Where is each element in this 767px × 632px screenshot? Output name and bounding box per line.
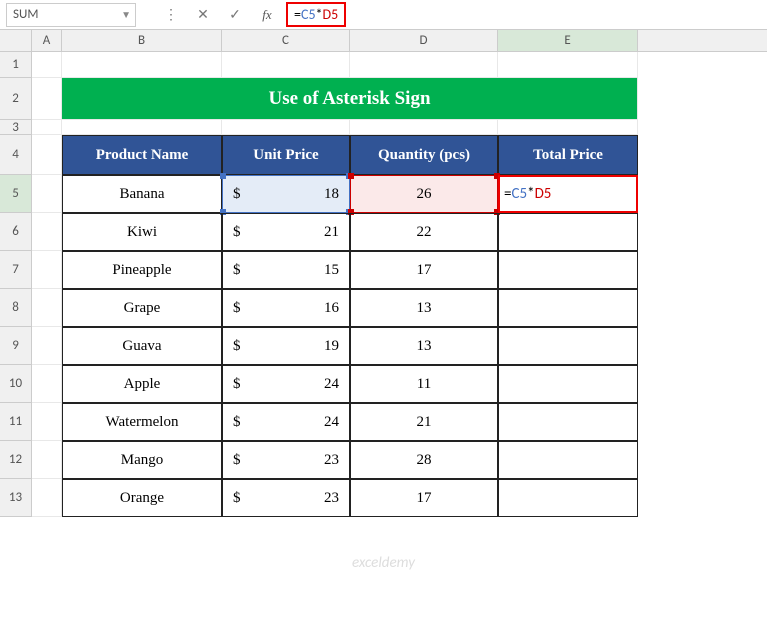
confirm-icon[interactable]: ✓	[226, 6, 244, 24]
cell[interactable]	[498, 52, 638, 78]
table-row[interactable]	[498, 289, 638, 327]
row-header-5[interactable]: 5	[0, 175, 32, 213]
title-cell[interactable]: Use of Asterisk Sign	[62, 78, 638, 120]
cell[interactable]	[32, 120, 62, 135]
grid-body: 1 2 Use of Asterisk Sign 3 4 Product Nam…	[0, 52, 767, 517]
table-row[interactable]	[498, 365, 638, 403]
table-row[interactable]: Pineapple	[62, 251, 222, 289]
table-row[interactable]	[498, 479, 638, 517]
table-row[interactable]: Apple	[62, 365, 222, 403]
row-header-3[interactable]: 3	[0, 120, 32, 135]
header-total[interactable]: Total Price	[498, 135, 638, 175]
table-row[interactable]: 11	[350, 365, 498, 403]
table-row[interactable]: 22	[350, 213, 498, 251]
name-box[interactable]: SUM ▼	[6, 3, 136, 27]
row-header-4[interactable]: 4	[0, 135, 32, 175]
table-row[interactable]: Watermelon	[62, 403, 222, 441]
table-row[interactable]	[498, 251, 638, 289]
cancel-icon[interactable]: ✕	[194, 6, 212, 24]
column-headers: A B C D E	[0, 30, 767, 52]
cell[interactable]	[350, 52, 498, 78]
row-header-12[interactable]: 12	[0, 441, 32, 479]
watermark: exceldemy	[352, 554, 415, 572]
row-header-1[interactable]: 1	[0, 52, 32, 78]
table-row[interactable]: Banana	[62, 175, 222, 213]
cell[interactable]	[32, 52, 62, 78]
header-product[interactable]: Product Name	[62, 135, 222, 175]
col-header-a[interactable]: A	[32, 30, 62, 51]
formula-bar: SUM ▼ ⋮ ✕ ✓ fx =C5*D5	[0, 0, 767, 30]
table-row[interactable]: 13	[350, 289, 498, 327]
cell[interactable]	[32, 365, 62, 403]
table-row[interactable]: $16	[222, 289, 350, 327]
cell[interactable]	[498, 120, 638, 135]
cell[interactable]	[62, 120, 222, 135]
table-row[interactable]: $23	[222, 441, 350, 479]
formula-bar-buttons: ⋮ ✕ ✓ fx	[162, 6, 276, 24]
row-header-10[interactable]: 10	[0, 365, 32, 403]
col-header-c[interactable]: C	[222, 30, 350, 51]
row-header-11[interactable]: 11	[0, 403, 32, 441]
cell[interactable]	[32, 327, 62, 365]
cell-d5[interactable]: 26	[350, 175, 498, 213]
table-row[interactable]: $23	[222, 479, 350, 517]
table-row[interactable]: Kiwi	[62, 213, 222, 251]
table-row[interactable]: 21	[350, 403, 498, 441]
table-row[interactable]: $21	[222, 213, 350, 251]
row-header-2[interactable]: 2	[0, 78, 32, 120]
cell-e5-editing[interactable]: =C5*D5	[498, 175, 638, 213]
chevron-down-icon[interactable]: ▼	[121, 8, 131, 21]
cell-c5[interactable]: $18	[222, 175, 350, 213]
row-header-9[interactable]: 9	[0, 327, 32, 365]
cell[interactable]	[32, 135, 62, 175]
col-header-d[interactable]: D	[350, 30, 498, 51]
formula-text: =C5*D5	[286, 2, 346, 27]
table-row[interactable]: $19	[222, 327, 350, 365]
formula-input[interactable]: =C5*D5	[276, 0, 767, 29]
cell[interactable]	[32, 213, 62, 251]
table-row[interactable]: 28	[350, 441, 498, 479]
table-row[interactable]: $24	[222, 365, 350, 403]
cell[interactable]	[62, 52, 222, 78]
table-row[interactable]: $15	[222, 251, 350, 289]
cell[interactable]	[32, 441, 62, 479]
table-row[interactable]	[498, 213, 638, 251]
cell[interactable]	[222, 120, 350, 135]
table-row[interactable]	[498, 441, 638, 479]
select-all-corner[interactable]	[0, 30, 32, 51]
header-qty[interactable]: Quantity (pcs)	[350, 135, 498, 175]
cell[interactable]	[32, 289, 62, 327]
table-row[interactable]: Mango	[62, 441, 222, 479]
table-row[interactable]: 17	[350, 479, 498, 517]
col-header-e[interactable]: E	[498, 30, 638, 51]
cell[interactable]	[32, 403, 62, 441]
cell[interactable]	[32, 78, 62, 120]
table-row[interactable]	[498, 403, 638, 441]
cell[interactable]	[350, 120, 498, 135]
table-row[interactable]: $24	[222, 403, 350, 441]
title-text: Use of Asterisk Sign	[268, 88, 430, 110]
cell[interactable]	[32, 479, 62, 517]
table-row[interactable]: Grape	[62, 289, 222, 327]
cell[interactable]	[32, 251, 62, 289]
header-price[interactable]: Unit Price	[222, 135, 350, 175]
row-header-7[interactable]: 7	[0, 251, 32, 289]
table-row[interactable]	[498, 327, 638, 365]
row-header-13[interactable]: 13	[0, 479, 32, 517]
fx-icon[interactable]: fx	[258, 6, 276, 24]
table-row[interactable]: Orange	[62, 479, 222, 517]
col-header-b[interactable]: B	[62, 30, 222, 51]
cell[interactable]	[222, 52, 350, 78]
name-box-value: SUM	[13, 7, 38, 22]
spreadsheet-grid: A B C D E 1 2 Use of Asterisk Sign 3	[0, 30, 767, 517]
table-row[interactable]: 17	[350, 251, 498, 289]
row-header-8[interactable]: 8	[0, 289, 32, 327]
table-row[interactable]: Guava	[62, 327, 222, 365]
table-row[interactable]: 13	[350, 327, 498, 365]
dots-icon: ⋮	[162, 6, 180, 24]
cell[interactable]	[32, 175, 62, 213]
row-header-6[interactable]: 6	[0, 213, 32, 251]
